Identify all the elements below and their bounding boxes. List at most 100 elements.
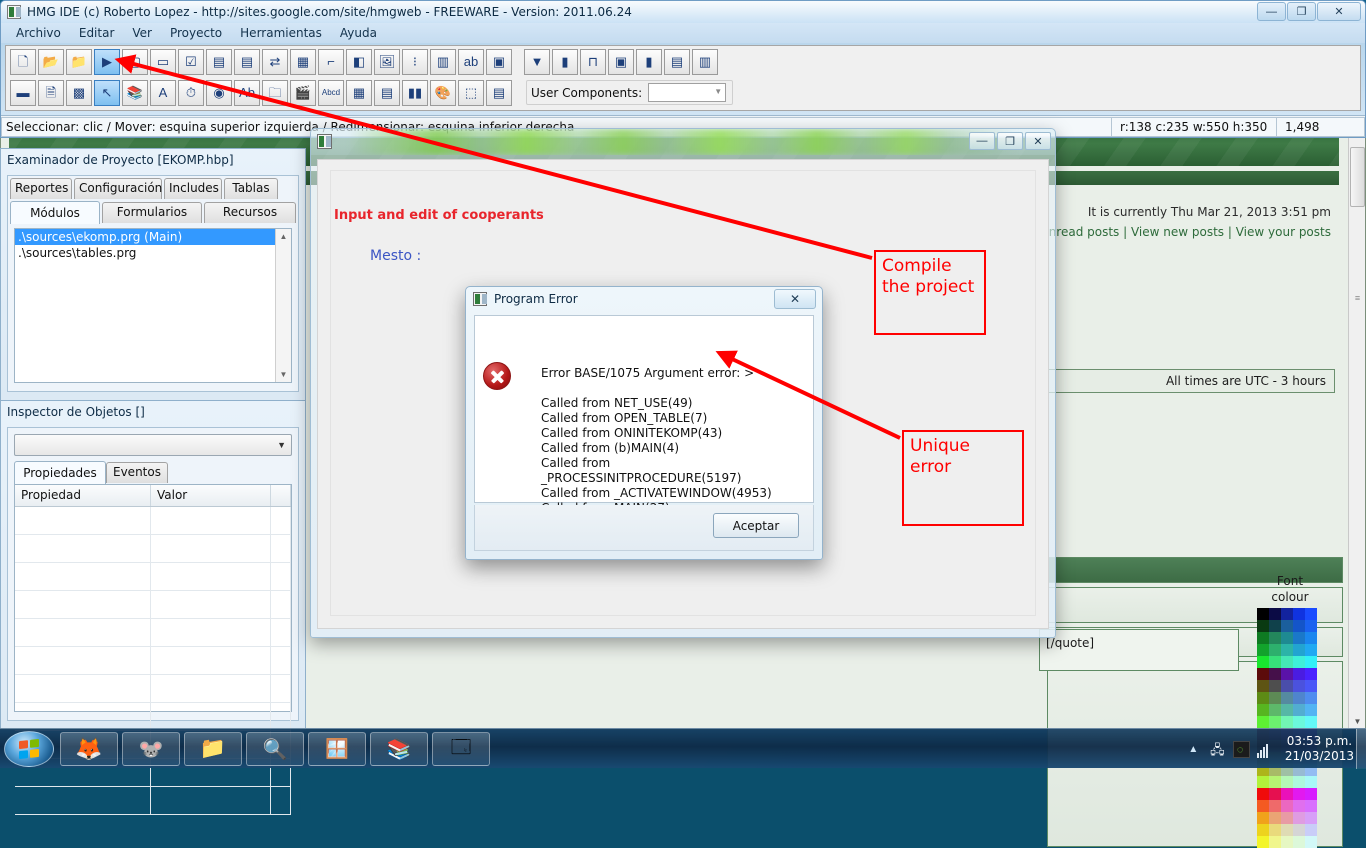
palette-swatch[interactable] bbox=[1293, 692, 1305, 704]
dotted-box-icon[interactable]: ⬚ bbox=[458, 79, 484, 106]
palette-swatch[interactable] bbox=[1281, 692, 1293, 704]
palette-swatch[interactable] bbox=[1305, 716, 1317, 728]
color-picker-icon[interactable]: 🎨 bbox=[430, 79, 456, 106]
pointer-select-icon[interactable]: ↖ bbox=[94, 79, 120, 106]
palette-swatch[interactable] bbox=[1281, 716, 1293, 728]
palette-swatch[interactable] bbox=[1257, 656, 1269, 668]
grid-window-icon[interactable]: ▩ bbox=[66, 79, 92, 106]
form-titlebar[interactable]: — ❐ ✕ bbox=[311, 129, 1055, 155]
statusbar-control-icon[interactable]: ▮ bbox=[552, 48, 578, 75]
project-tab-configuracin[interactable]: Configuración bbox=[74, 178, 162, 199]
properties-grid-row[interactable] bbox=[15, 787, 291, 815]
properties-grid-row[interactable] bbox=[15, 675, 291, 703]
inspector-tabs[interactable]: Propiedades Eventos bbox=[14, 460, 292, 484]
palette-swatch[interactable] bbox=[1257, 620, 1269, 632]
save-folder-icon[interactable]: 📁 bbox=[66, 48, 92, 75]
palette-swatch[interactable] bbox=[1281, 680, 1293, 692]
toolbar-row-2[interactable]: ▬ 🗎 ▩ ↖ 📚 A ⏱ ◉ Ab 🗀 🎬 Abcd ▦ ▤ ▮▮ 🎨 ⬚ ▤ User Components: bbox=[6, 77, 1360, 108]
forum-scrollbar-thumb[interactable] bbox=[1350, 147, 1365, 207]
folder-open-icon[interactable]: 🗀 bbox=[262, 79, 288, 106]
checkbox-control-icon[interactable]: ☑ bbox=[178, 48, 204, 75]
menu-item-archivo[interactable]: Archivo bbox=[7, 24, 70, 42]
palette-swatch[interactable] bbox=[1293, 644, 1305, 656]
form-maximize-button[interactable]: ❐ bbox=[997, 132, 1023, 150]
palette-swatch[interactable] bbox=[1305, 620, 1317, 632]
palette-swatch[interactable] bbox=[1305, 668, 1317, 680]
palette-swatch[interactable] bbox=[1293, 608, 1305, 620]
abcd-text-icon[interactable]: Abcd bbox=[318, 79, 344, 106]
palette-swatch[interactable] bbox=[1257, 644, 1269, 656]
palette-swatch[interactable] bbox=[1269, 668, 1281, 680]
palette-swatch[interactable] bbox=[1269, 812, 1281, 824]
palette-swatch[interactable] bbox=[1269, 656, 1281, 668]
palette-swatch[interactable] bbox=[1305, 776, 1317, 788]
palette-swatch[interactable] bbox=[1269, 824, 1281, 836]
project-tabs-top[interactable]: Reportes Configuración Includes Tablas bbox=[8, 176, 298, 200]
hmg-ide-window[interactable]: HMG IDE (c) Roberto Lopez - http://sites… bbox=[0, 0, 1366, 138]
taskbar-firefox[interactable]: 🦊 bbox=[60, 732, 118, 766]
palette-swatch[interactable] bbox=[1269, 836, 1281, 848]
error-dialog-close-button[interactable]: ✕ bbox=[774, 289, 816, 309]
toolbar-control-icon[interactable]: ▼ bbox=[524, 48, 550, 75]
palette-swatch[interactable] bbox=[1281, 644, 1293, 656]
properties-grid-row[interactable] bbox=[15, 703, 291, 731]
ide-toolbar[interactable]: 🗋 📂 📁 ▶ ▢ ▭ ☑ ▤ ▤ ⇄ ▦ ⌐ ◧ 🖼 ⁝ ▥ ab ▣ ▼ ▮ ⊓ ▣ ▮ ▤ ▥ ▬ 🗎 ▩ ↖ 📚 A ⏱ ◉ Ab 🗀 🎬 A… bbox=[5, 45, 1361, 111]
properties-grid-row[interactable] bbox=[15, 591, 291, 619]
properties-grid[interactable]: Propiedad Valor bbox=[14, 484, 292, 815]
windows-taskbar[interactable]: 🦊 🐭 📁 🔍 🪟 📚 🗔 ▲ 🖧 ◌ 03:53 p.m. 21/03/2013 bbox=[0, 728, 1366, 769]
treeview-control-icon[interactable]: ⁝ bbox=[402, 48, 428, 75]
palette-swatch[interactable] bbox=[1305, 692, 1317, 704]
palette-swatch[interactable] bbox=[1269, 776, 1281, 788]
user-components-combo[interactable] bbox=[648, 83, 727, 102]
taskbar-mouse-app[interactable]: 🐭 bbox=[122, 732, 180, 766]
datepicker-control-icon[interactable]: ▥ bbox=[430, 48, 456, 75]
object-selector-combo[interactable]: ▼ bbox=[14, 434, 292, 456]
menu-item-herramientas[interactable]: Herramientas bbox=[231, 24, 331, 42]
show-desktop-button[interactable] bbox=[1356, 729, 1366, 769]
green-app-icon[interactable]: ◌ bbox=[1232, 740, 1250, 758]
menu-item-ver[interactable]: Ver bbox=[123, 24, 161, 42]
calendar-icon[interactable]: ▦ bbox=[346, 79, 372, 106]
palette-swatch[interactable] bbox=[1305, 680, 1317, 692]
properties-grid-row[interactable] bbox=[15, 647, 291, 675]
browse-control-icon[interactable]: ▤ bbox=[664, 48, 690, 75]
palette-swatch[interactable] bbox=[1257, 704, 1269, 716]
palette-swatch[interactable] bbox=[1269, 692, 1281, 704]
richedit-control-icon[interactable]: ▣ bbox=[486, 48, 512, 75]
palette-swatch[interactable] bbox=[1305, 632, 1317, 644]
page-control-icon[interactable]: ▥ bbox=[692, 48, 718, 75]
menu-item-proyecto[interactable]: Proyecto bbox=[161, 24, 231, 42]
show-hidden-icons-arrow-icon[interactable]: ▲ bbox=[1185, 741, 1202, 758]
palette-swatch[interactable] bbox=[1269, 704, 1281, 716]
palette-swatch[interactable] bbox=[1257, 812, 1269, 824]
properties-grid-row[interactable] bbox=[15, 507, 291, 535]
forum-quote-textarea[interactable]: [/quote] bbox=[1039, 629, 1239, 671]
palette-swatch[interactable] bbox=[1281, 788, 1293, 800]
document-icon[interactable]: 🗎 bbox=[38, 79, 64, 106]
run-compile-icon[interactable]: ▶ bbox=[94, 48, 120, 75]
object-inspector-panel[interactable]: Inspector de Objetos [] ▼ Propiedades Eve… bbox=[0, 400, 306, 815]
palette-swatch[interactable] bbox=[1293, 788, 1305, 800]
palette-swatch[interactable] bbox=[1305, 656, 1317, 668]
modules-scroll-down-icon[interactable]: ▼ bbox=[276, 367, 291, 382]
palette-swatch[interactable] bbox=[1293, 704, 1305, 716]
palette-swatch[interactable] bbox=[1293, 620, 1305, 632]
palette-swatch[interactable] bbox=[1293, 824, 1305, 836]
inspector-tab-eventos[interactable]: Eventos bbox=[106, 462, 168, 483]
accept-button[interactable]: Aceptar bbox=[713, 513, 799, 538]
palette-swatch[interactable] bbox=[1305, 836, 1317, 848]
palette-swatch[interactable] bbox=[1281, 812, 1293, 824]
palette-swatch[interactable] bbox=[1281, 800, 1293, 812]
new-file-icon[interactable]: 🗋 bbox=[10, 48, 36, 75]
palette-swatch[interactable] bbox=[1281, 608, 1293, 620]
palette-swatch[interactable] bbox=[1269, 680, 1281, 692]
form-minimize-button[interactable]: — bbox=[969, 132, 995, 150]
form-close-button[interactable]: ✕ bbox=[1025, 132, 1051, 150]
ide-window-controls[interactable]: — ❐ ✕ bbox=[1257, 2, 1361, 21]
palette-swatch[interactable] bbox=[1269, 620, 1281, 632]
maximize-button[interactable]: ❐ bbox=[1287, 2, 1316, 21]
palette-swatch[interactable] bbox=[1281, 776, 1293, 788]
palette-swatch[interactable] bbox=[1293, 668, 1305, 680]
taskbar-winrar[interactable]: 📚 bbox=[370, 732, 428, 766]
system-tray[interactable]: ▲ 🖧 ◌ 03:53 p.m. 21/03/2013 bbox=[1185, 729, 1364, 769]
